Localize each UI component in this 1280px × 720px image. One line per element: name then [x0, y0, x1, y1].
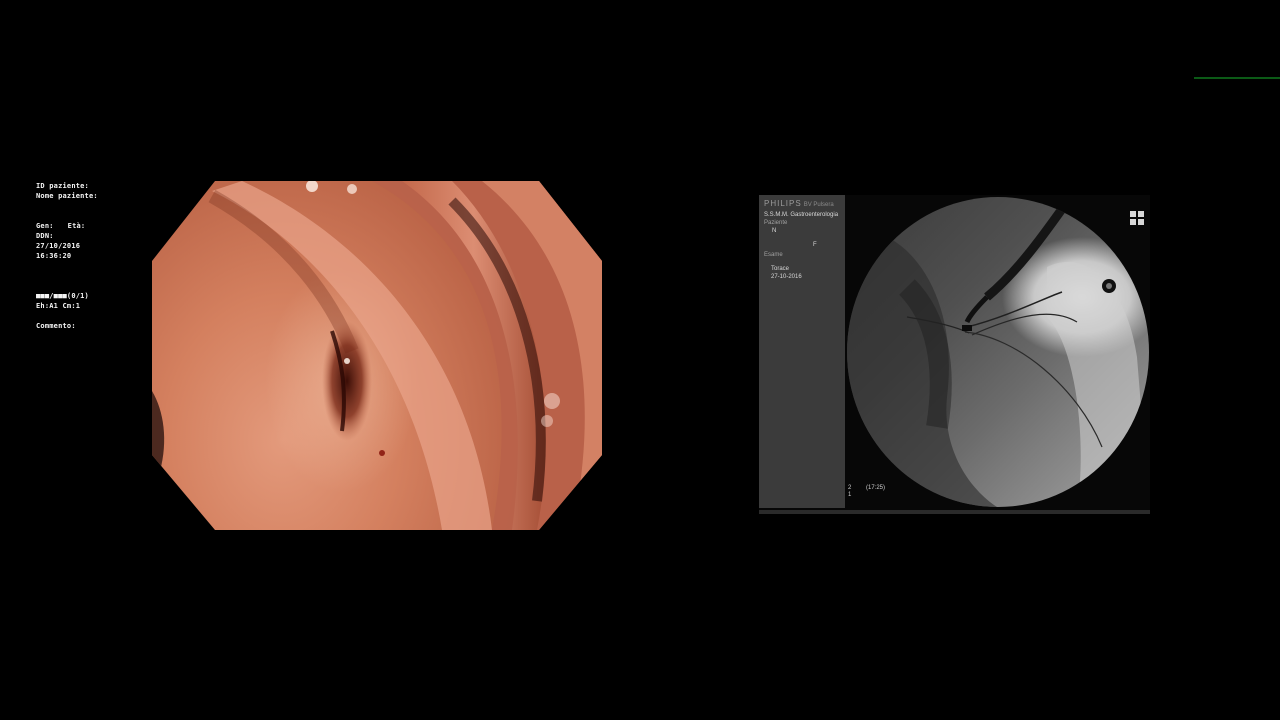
fluoro-exam-name: Torace: [771, 266, 790, 272]
fluoro-footer-time: (17:25): [866, 485, 886, 491]
endoscopy-illustration: [152, 181, 602, 530]
fluoro-patient-value: N: [772, 228, 777, 234]
osd-age: Età:: [67, 222, 86, 230]
osd-gender: Gen:: [36, 222, 54, 230]
osd-settings: Eh:A1 Cm:1: [36, 302, 81, 310]
osd-gender-age: Gen: Età:: [36, 221, 85, 231]
top-right-indicator-line: [1194, 77, 1280, 79]
philips-logo: PHILIPS BV Pulsera: [764, 199, 834, 208]
osd-dob: DDN:: [36, 232, 54, 240]
osd-patient-id: ID paziente:: [36, 182, 89, 190]
grid-four-icon: [1130, 211, 1144, 225]
fluoro-department: S.S.M.M. Gastroenterologia: [764, 212, 839, 218]
fluoroscopy-image: [847, 197, 1149, 507]
endoscopy-image: [152, 181, 602, 530]
philips-brand: PHILIPS: [764, 199, 802, 208]
fluoro-footer-left: 2 1: [848, 485, 852, 498]
fluoro-patient-label: Paziente: [764, 220, 788, 226]
fluoro-exam-date: 27-10-2016: [771, 274, 802, 280]
osd-patient-name: Nome paziente:: [36, 192, 98, 200]
osd-date: 27/10/2016: [36, 242, 81, 250]
osd-time: 16:36:20: [36, 252, 72, 260]
video-frame: ID paziente: Nome paziente: Gen: Età: DD…: [0, 0, 1280, 720]
osd-image-counter: ■■■/■■■(0/1): [36, 292, 89, 300]
fluoroscopy-illustration: [847, 206, 1149, 507]
fluoro-sex-value: F: [813, 242, 817, 248]
fluoroscopy-bottom-bar: [759, 510, 1150, 514]
fluoro-exam-label: Esame: [764, 252, 783, 258]
osd-comment: Commento:: [36, 322, 76, 330]
fluoroscopy-info-sidebar: PHILIPS BV Pulsera S.S.M.M. Gastroenterol…: [759, 195, 845, 508]
philips-system: BV Pulsera: [803, 202, 834, 208]
